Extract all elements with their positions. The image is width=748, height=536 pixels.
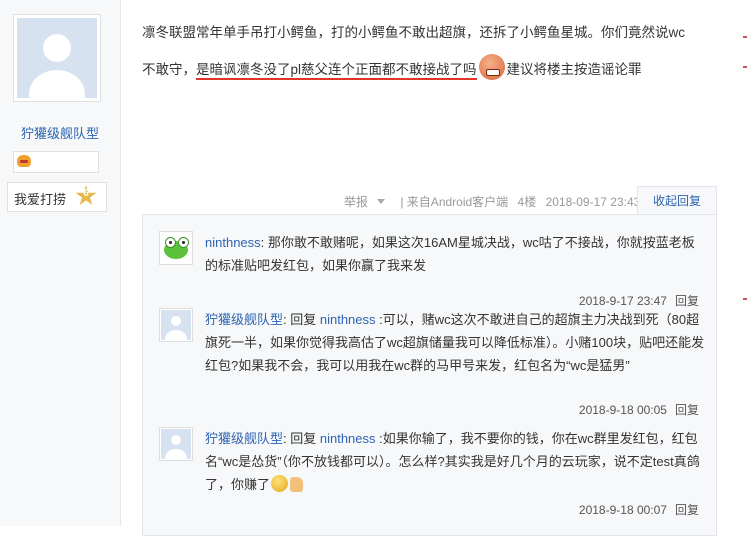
reply-footer: 2018-9-18 00:07 回复 — [579, 501, 699, 518]
member-badge-box — [13, 151, 99, 173]
floor-number: 4楼 — [517, 195, 537, 209]
reply-author[interactable]: ninthness — [205, 235, 261, 250]
reply-time: 2018-9-18 00:07 — [578, 503, 667, 517]
author-sidebar: 狞獾级舰队型 我爱打捞 6 — [0, 0, 121, 526]
reply-button[interactable]: 回复 — [675, 294, 699, 308]
angry-emoji-icon — [478, 54, 505, 80]
reply-item: 狞獾级舰队型: 回复 ninthness :如果你输了，我不要你的钱，你在wc群… — [159, 427, 700, 527]
reply-footer: 2018-9-17 23:47 回复 — [579, 292, 699, 309]
reply-list: ninthness: 那你敢不敢赌呢，如果这次16AM星城决战，wc咕了不接战，… — [142, 214, 717, 536]
underlined-text: 是暗讽凛冬没了pl慈父连个正面都不敢接战了吗 — [196, 62, 477, 80]
right-edge-strip — [736, 0, 748, 526]
reply-target[interactable]: ninthness — [320, 431, 376, 446]
reply-item: ninthness: 那你敢不敢赌呢，如果这次16AM星城决战，wc咕了不接战，… — [159, 231, 699, 308]
reply-text: ninthness: 那你敢不敢赌呢，如果这次16AM星城决战，wc咕了不接战，… — [205, 235, 695, 273]
member-badge-icon[interactable] — [17, 155, 31, 167]
chevron-down-icon — [377, 199, 386, 204]
default-avatar-icon — [161, 310, 191, 340]
fan-level-box: 我爱打捞 6 — [7, 182, 107, 212]
reply-button[interactable]: 回复 — [675, 403, 699, 417]
reply-author[interactable]: 狞獾级舰队型 — [205, 431, 283, 446]
reply-avatar[interactable] — [159, 308, 193, 342]
reply-text: 狞獾级舰队型: 回复 ninthness :可以，赌wc这次不敢进自己的超旗主力… — [205, 312, 705, 373]
reply-text: 狞獾级舰队型: 回复 ninthness :如果你输了，我不要你的钱，你在wc群… — [205, 431, 700, 492]
fold-reply-button[interactable]: 收起回复 — [637, 186, 717, 215]
reply-avatar[interactable] — [159, 427, 193, 461]
reply-target[interactable]: ninthness — [320, 312, 376, 327]
reply-button[interactable]: 回复 — [675, 503, 699, 517]
reply-avatar[interactable] — [159, 231, 193, 265]
post-source: | 来自Android客户端 — [400, 195, 509, 209]
author-name[interactable]: 狞獾级舰队型 — [0, 123, 120, 142]
reply-author[interactable]: 狞獾级舰队型 — [205, 312, 283, 327]
reply-item: 狞獾级舰队型: 回复 ninthness :可以，赌wc这次不敢进自己的超旗主力… — [159, 308, 704, 423]
post-line-2: 不敢守，是暗讽凛冬没了pl慈父连个正面都不敢接战了吗 建议将楼主按造谣论罪 — [142, 51, 722, 88]
reply-time: 2018-9-18 00:05 — [578, 403, 667, 417]
default-avatar-icon — [161, 429, 191, 459]
post-content: 凛冬联盟常年单手吊打小鳄鱼，打的小鳄鱼不敢出超旗，还拆了小鳄鱼星城。你们竟然说w… — [142, 14, 722, 88]
reply-time: 2018-9-17 23:47 — [578, 294, 667, 308]
default-avatar-icon — [17, 18, 97, 98]
fan-label[interactable]: 我爱打捞 — [14, 189, 66, 208]
reply-footer: 2018-9-18 00:05 回复 — [579, 401, 699, 418]
thumbs-up-icon — [290, 477, 304, 492]
report-button[interactable]: 举报 — [344, 195, 391, 209]
post-time: 2018-09-17 23:43 — [545, 195, 641, 209]
frog-avatar-icon — [161, 233, 191, 263]
level-number: 6 — [83, 188, 89, 199]
post-meta: 举报 | 来自Android客户端 4楼 2018-09-17 23:43 — [344, 193, 646, 210]
grin-emoji-icon — [271, 475, 289, 492]
author-avatar[interactable] — [13, 14, 101, 102]
post-line-1: 凛冬联盟常年单手吊打小鳄鱼，打的小鳄鱼不敢出超旗，还拆了小鳄鱼星城。你们竟然说w… — [142, 25, 685, 40]
